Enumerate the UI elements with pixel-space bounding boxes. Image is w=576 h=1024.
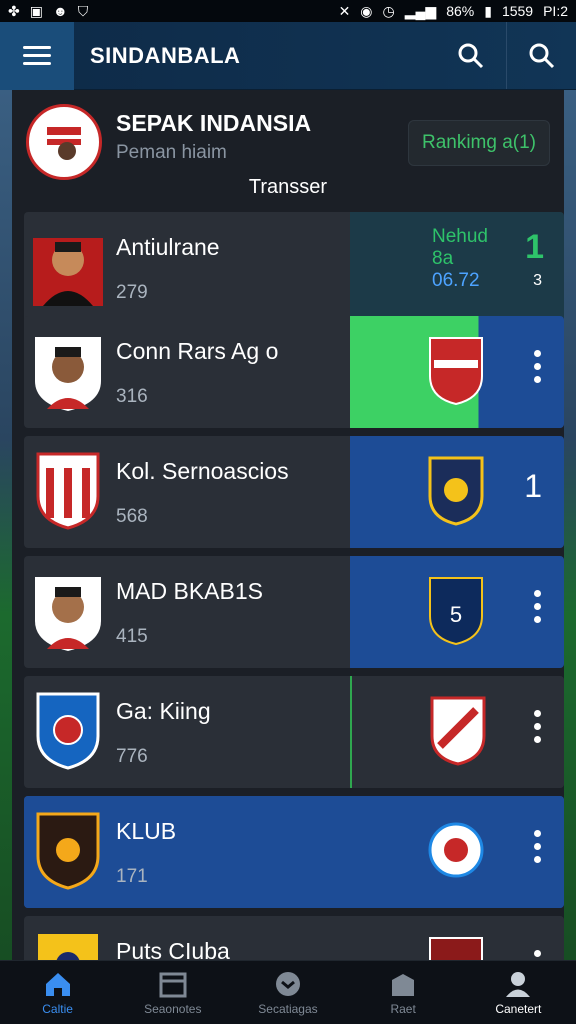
status-left: ✤ ▣ ☻ ⛉ <box>8 4 88 18</box>
team-name: SEPAK INDANSIA <box>116 110 312 136</box>
menu-button[interactable] <box>0 21 74 90</box>
content-panel: SEPAK INDANSIA Peman hiaim Rankimg a(1) … <box>12 90 564 960</box>
app-bar: SINDANBALA <box>0 21 576 90</box>
nav-label: Seaonotes <box>144 1001 202 1016</box>
nav-label: Canetert <box>495 1001 542 1016</box>
rank-number: 1 <box>525 228 544 266</box>
rank-number: 1 <box>524 468 542 504</box>
ball-icon <box>275 971 300 996</box>
team-crest <box>26 104 102 180</box>
clock-text: 1559 <box>501 3 534 19</box>
nav-label: Secatiagas <box>258 1001 318 1016</box>
nav-item-secatiagas[interactable]: Secatiagas <box>230 970 345 1016</box>
list-item[interactable]: Conn Rars Ag o 316 <box>24 316 564 428</box>
calendar-icon: ▣ <box>29 3 43 19</box>
transfer-label: Transser <box>248 176 328 198</box>
player-avatar <box>32 330 104 412</box>
ranking-button[interactable]: Rankimg a(1) <box>408 120 550 166</box>
club-crest <box>32 450 104 532</box>
more-options-icon[interactable] <box>532 950 542 960</box>
calendar-icon <box>159 972 187 997</box>
row-score: 279 <box>116 282 148 303</box>
row-name: Conn Rars Ag o <box>116 338 279 364</box>
club-crest <box>429 337 483 406</box>
row-name: MAD BKAB1S <box>116 578 263 604</box>
more-options-icon[interactable] <box>532 710 542 750</box>
list-item[interactable]: KLUB 171 <box>24 796 564 908</box>
search-icon <box>458 43 484 68</box>
row-score: 415 <box>116 626 148 647</box>
more-options-icon[interactable] <box>532 590 542 630</box>
profile-icon <box>506 971 531 997</box>
nav-item-home[interactable]: Caltie <box>0 970 115 1016</box>
nav-item-raet[interactable]: Raet <box>346 970 461 1016</box>
more-options-icon[interactable] <box>532 830 542 870</box>
club-crest <box>428 822 484 878</box>
row-stats: Nehud 8a 06.72 <box>432 226 488 292</box>
row-score: 171 <box>116 866 148 887</box>
club-crest <box>32 930 104 960</box>
home-icon <box>45 972 70 996</box>
more-options-icon[interactable] <box>532 350 542 390</box>
trophy-icon <box>392 973 415 996</box>
status-right: ✕ ◉ ◷ ▂▄▆ 86% ▮ 1559 PI:2 <box>339 3 568 19</box>
status-extra: PI:2 <box>543 3 568 19</box>
club-crest: 5 <box>429 577 483 646</box>
row-name: KLUB <box>116 818 177 844</box>
nav-label: Caltie <box>42 1001 73 1016</box>
row-name: Puts CIuba <box>116 938 230 960</box>
nav-item-profile[interactable]: Canetert <box>461 970 576 1016</box>
hamburger-icon <box>23 45 51 66</box>
stat-sub: 8a <box>432 248 454 269</box>
player-avatar <box>32 570 104 652</box>
stadium-background-right <box>564 90 576 964</box>
list-item[interactable]: Kol. Sernoascios 568 1 <box>24 436 564 548</box>
club-crest <box>32 690 104 772</box>
stat-value: 06.72 <box>432 270 480 291</box>
app-icon: ✤ <box>8 3 20 19</box>
svg-text:5: 5 <box>450 602 462 627</box>
row-name: Kol. Sernoascios <box>116 458 289 484</box>
club-crest <box>430 696 486 766</box>
bottom-navigation: Caltie Seaonotes Secatiagas Raet Caneter… <box>0 960 576 1024</box>
search-icon <box>529 43 554 68</box>
battery-icon: ▮ <box>484 3 492 19</box>
row-score: 776 <box>116 746 148 767</box>
team-header: SEPAK INDANSIA Peman hiaim Rankimg a(1) … <box>12 90 564 208</box>
stat-title: Nehud <box>432 226 488 247</box>
row-score: 316 <box>116 386 148 407</box>
nav-label: Raet <box>390 1001 416 1016</box>
mute-icon: ✕ <box>338 3 351 19</box>
list-item[interactable]: Puts CIuba <box>24 916 564 960</box>
list-item[interactable]: Ga: Kiing 776 <box>24 676 564 788</box>
search-button[interactable] <box>436 22 506 89</box>
status-bar: ✤ ▣ ☻ ⛉ ✕ ◉ ◷ ▂▄▆ 86% ▮ 1559 PI:2 <box>0 0 576 22</box>
shield-icon: ⛉ <box>77 3 89 19</box>
club-crest <box>429 937 483 960</box>
row-name: Ga: Kiing <box>116 698 211 724</box>
search-button-secondary[interactable] <box>506 22 576 89</box>
face-icon: ☻ <box>52 3 68 19</box>
club-crest <box>428 456 484 526</box>
stadium-background-left <box>0 90 12 964</box>
alarm-icon: ◷ <box>382 3 395 19</box>
signal-icon: ▂▄▆ <box>404 3 437 19</box>
list-item[interactable]: MAD BKAB1S 415 5 <box>24 556 564 668</box>
row-name: Antiulrane <box>116 234 220 260</box>
list-item[interactable]: Antiulrane 279 Nehud 8a 06.72 1 3 <box>24 212 564 324</box>
team-subtitle: Peman hiaim <box>116 142 227 163</box>
club-crest <box>32 810 104 892</box>
nav-item-seaonotes[interactable]: Seaonotes <box>115 970 230 1016</box>
row-score: 568 <box>116 506 148 527</box>
wifi-icon: ◉ <box>360 3 373 19</box>
app-title: SINDANBALA <box>90 42 241 68</box>
battery-text: 86% <box>446 3 475 19</box>
rank-sub: 3 <box>533 272 542 289</box>
team-list: Antiulrane 279 Nehud 8a 06.72 1 3 Conn R… <box>12 212 564 960</box>
player-avatar <box>32 226 104 308</box>
